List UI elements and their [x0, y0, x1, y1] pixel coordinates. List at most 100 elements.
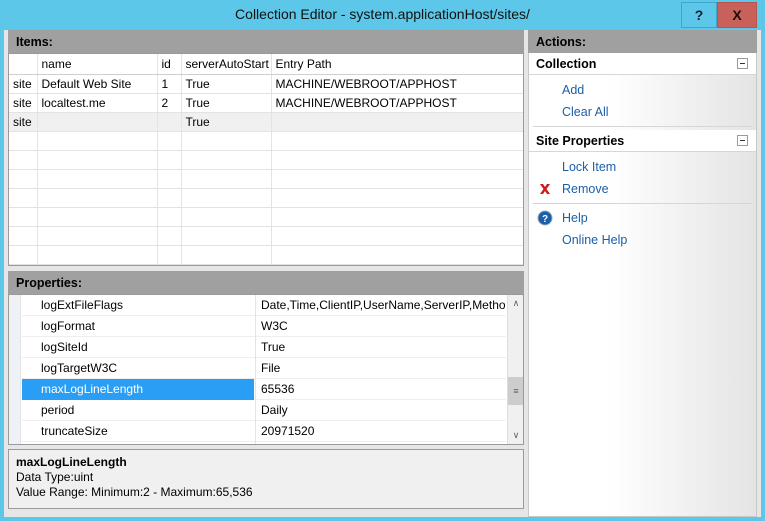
property-value[interactable]	[255, 442, 506, 444]
table-row[interactable]: site localtest.me 2 True MACHINE/WEBROOT/APP…	[9, 93, 523, 113]
items-cell-empty[interactable]	[271, 169, 523, 189]
action-item-lock-item[interactable]: Lock Item	[529, 156, 756, 178]
collapse-icon[interactable]	[737, 135, 748, 146]
items-cell-empty[interactable]	[9, 131, 38, 151]
items-cell-name[interactable]: localtest.me	[37, 93, 158, 113]
items-col-serverautostart[interactable]: serverAutoStart	[181, 54, 272, 75]
property-key[interactable]: name	[22, 442, 254, 444]
items-cell-kind[interactable]: site	[9, 93, 38, 113]
items-cell-empty[interactable]	[271, 150, 523, 170]
items-cell-empty[interactable]	[37, 207, 158, 227]
items-cell-empty[interactable]	[37, 169, 158, 189]
property-row[interactable]: period Daily	[22, 400, 506, 421]
scroll-up-icon[interactable]: ∧	[508, 295, 523, 312]
scroll-down-icon[interactable]: ∨	[508, 427, 523, 444]
items-cell-id[interactable]: 1	[157, 74, 182, 94]
items-cell-serverautostart[interactable]: True	[181, 93, 272, 113]
items-cell-empty[interactable]	[271, 131, 523, 151]
action-item-help[interactable]: ? Help	[529, 207, 756, 229]
property-value[interactable]: W3C	[255, 316, 506, 337]
items-cell-empty[interactable]	[181, 207, 272, 227]
action-item-add[interactable]: Add	[529, 79, 756, 101]
items-cell-serverautostart[interactable]: True	[181, 74, 272, 94]
items-cell-entry_path[interactable]: MACHINE/WEBROOT/APPHOST	[271, 93, 523, 113]
property-key[interactable]: truncateSize	[22, 421, 254, 442]
items-cell-entry_path[interactable]: MACHINE/WEBROOT/APPHOST	[271, 74, 523, 94]
items-cell-empty[interactable]	[271, 188, 523, 208]
items-cell-empty[interactable]	[181, 150, 272, 170]
items-cell-kind[interactable]: site	[9, 112, 38, 132]
items-col-name[interactable]: name	[37, 54, 158, 75]
items-cell-empty[interactable]	[9, 245, 38, 265]
items-cell-empty[interactable]	[37, 131, 158, 151]
close-button[interactable]: X	[717, 2, 757, 28]
help-button[interactable]: ?	[681, 2, 717, 28]
items-cell-empty[interactable]	[181, 188, 272, 208]
items-cell-empty[interactable]	[9, 188, 38, 208]
property-value[interactable]: True	[255, 337, 506, 358]
action-item-remove[interactable]: Remove	[529, 178, 756, 200]
property-row[interactable]: maxLogLineLength 65536	[22, 379, 506, 400]
items-cell-empty[interactable]	[9, 207, 38, 227]
property-row[interactable]: logExtFileFlags Date,Time,ClientIP,UserNa…	[22, 295, 506, 316]
table-row[interactable]: site True	[9, 112, 523, 132]
items-cell-kind[interactable]: site	[9, 74, 38, 94]
items-cell-empty[interactable]	[271, 226, 523, 246]
items-cell-empty[interactable]	[157, 169, 182, 189]
items-cell-empty[interactable]	[9, 226, 38, 246]
items-cell-empty[interactable]	[271, 207, 523, 227]
items-col-kind[interactable]	[9, 54, 38, 75]
items-cell-empty[interactable]	[157, 188, 182, 208]
property-value[interactable]: 65536	[255, 379, 506, 400]
table-row-empty[interactable]	[9, 169, 523, 189]
items-cell-empty[interactable]	[181, 226, 272, 246]
property-row[interactable]: name⚷	[22, 442, 506, 444]
items-cell-empty[interactable]	[9, 169, 38, 189]
items-col-id[interactable]: id	[157, 54, 182, 75]
property-value[interactable]: 20971520	[255, 421, 506, 442]
items-grid[interactable]: name id serverAutoStart Entry Path site D…	[8, 53, 524, 266]
property-key[interactable]: period	[22, 400, 254, 421]
items-cell-empty[interactable]	[157, 131, 182, 151]
items-cell-empty[interactable]	[37, 226, 158, 246]
items-cell-name[interactable]: Default Web Site	[37, 74, 158, 94]
actions-group-header[interactable]: Collection	[529, 53, 756, 75]
items-cell-empty[interactable]	[37, 150, 158, 170]
property-key[interactable]: logSiteId	[22, 337, 254, 358]
property-row[interactable]: logFormat W3C	[22, 316, 506, 337]
actions-group-header[interactable]: Site Properties	[529, 130, 756, 152]
properties-grid[interactable]: logExtFileFlags Date,Time,ClientIP,UserNa…	[8, 294, 524, 445]
table-row-empty[interactable]	[9, 188, 523, 208]
property-key[interactable]: logTargetW3C	[22, 358, 254, 379]
property-row[interactable]: truncateSize 20971520	[22, 421, 506, 442]
items-cell-empty[interactable]	[157, 245, 182, 265]
items-cell-empty[interactable]	[181, 131, 272, 151]
property-row[interactable]: logSiteId True	[22, 337, 506, 358]
items-cell-empty[interactable]	[157, 226, 182, 246]
items-cell-empty[interactable]	[37, 188, 158, 208]
items-cell-name[interactable]	[37, 112, 158, 132]
items-cell-empty[interactable]	[37, 245, 158, 265]
table-row-empty[interactable]	[9, 245, 523, 265]
property-row[interactable]: logTargetW3C File	[22, 358, 506, 379]
items-cell-serverautostart[interactable]: True	[181, 112, 272, 132]
items-cell-empty[interactable]	[157, 150, 182, 170]
items-cell-empty[interactable]	[271, 245, 523, 265]
items-cell-empty[interactable]	[181, 169, 272, 189]
table-row-empty[interactable]	[9, 207, 523, 227]
items-cell-empty[interactable]	[157, 207, 182, 227]
items-cell-id[interactable]: 2	[157, 93, 182, 113]
action-item-clear-all[interactable]: Clear All	[529, 101, 756, 123]
property-key[interactable]: logExtFileFlags	[22, 295, 254, 316]
properties-scrollbar[interactable]: ∧ ≡ ∨	[507, 295, 523, 444]
property-value[interactable]: Daily	[255, 400, 506, 421]
items-cell-id[interactable]	[157, 112, 182, 132]
table-row-empty[interactable]	[9, 131, 523, 151]
items-cell-empty[interactable]	[9, 150, 38, 170]
table-row-empty[interactable]	[9, 226, 523, 246]
items-cell-empty[interactable]	[181, 245, 272, 265]
property-key[interactable]: maxLogLineLength	[22, 379, 254, 400]
items-cell-entry_path[interactable]	[271, 112, 523, 132]
scrollbar-thumb[interactable]: ≡	[508, 377, 523, 405]
property-value[interactable]: File	[255, 358, 506, 379]
